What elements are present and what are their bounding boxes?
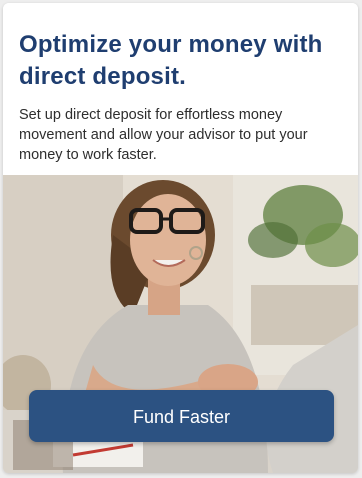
fund-faster-button[interactable]: Fund Faster — [29, 390, 334, 442]
promo-description: Set up direct deposit for effortless mon… — [19, 107, 308, 163]
promo-text-block: Optimize your money with direct deposit.… — [3, 3, 358, 175]
direct-deposit-promo-card: Optimize your money with direct deposit.… — [3, 3, 358, 473]
promo-headline: Optimize your money with direct deposit. — [19, 31, 323, 90]
